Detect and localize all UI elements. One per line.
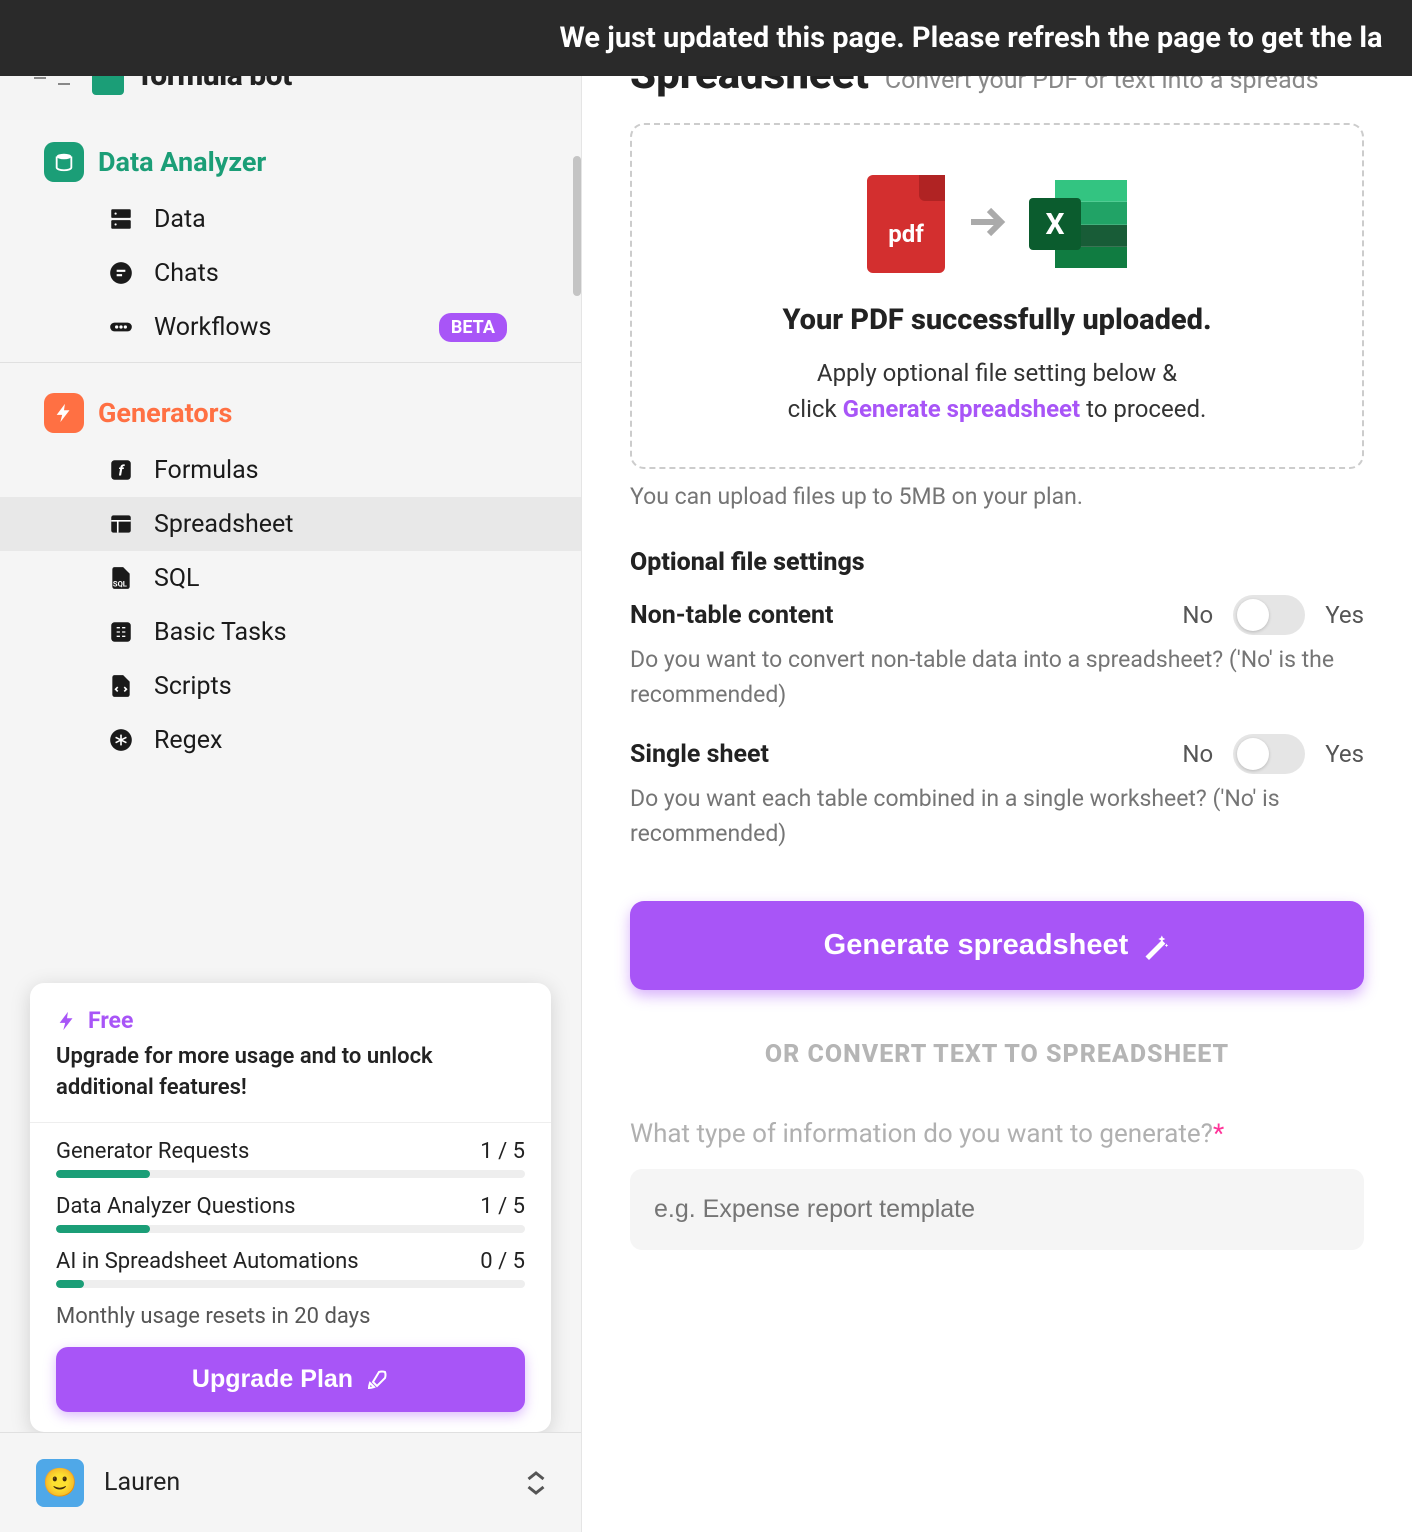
usage-bar [56, 1225, 525, 1233]
toggle-yes-label: Yes [1325, 740, 1364, 768]
nav-label: Spreadsheet [154, 510, 293, 539]
or-divider: OR CONVERT TEXT TO SPREADSHEET [630, 1040, 1364, 1069]
generate-type-input[interactable] [630, 1169, 1364, 1250]
nav-data[interactable]: Data [0, 192, 581, 246]
toggle-no-label: No [1182, 601, 1213, 629]
sidebar: formula bot Data Analyzer Data Chats Wor… [0, 0, 582, 1532]
setting-single-sheet-label: Single sheet [630, 740, 1162, 769]
upload-zone[interactable]: pdf X Your PDF successfully uploaded. Ap… [630, 123, 1364, 469]
refresh-banner: We just updated this page. Please refres… [0, 0, 1412, 76]
data-icon [106, 204, 136, 234]
beta-badge: BETA [439, 313, 507, 342]
wand-icon [1142, 932, 1170, 960]
user-avatar: 🙂 [36, 1459, 84, 1507]
chevron-up-icon [527, 1470, 545, 1482]
nav-label: Regex [154, 726, 222, 755]
nav-regex[interactable]: Regex [0, 713, 581, 767]
usage-bar [56, 1280, 525, 1288]
plan-tier: Free [56, 1007, 525, 1034]
rocket-icon [365, 1368, 389, 1392]
upload-success-text: Your PDF successfully uploaded. [672, 303, 1322, 337]
nav-spreadsheet[interactable]: Spreadsheet [0, 497, 581, 551]
nav-label: Scripts [154, 672, 232, 701]
upgrade-pitch: Upgrade for more usage and to unlock add… [56, 1042, 525, 1104]
nav-scripts[interactable]: Scripts [0, 659, 581, 713]
setting-non-table-desc: Do you want to convert non-table data in… [630, 643, 1364, 712]
arrow-right-icon [963, 198, 1011, 250]
usage-row: AI in Spreadsheet Automations0 / 5 [56, 1249, 525, 1274]
excel-icon: X [1029, 180, 1127, 268]
main-content: Spreadsheet Convert your PDF or text int… [582, 0, 1412, 1532]
database-icon [44, 142, 84, 182]
nav-label: Formulas [154, 456, 259, 485]
nav-sql[interactable]: SQL SQL [0, 551, 581, 605]
toggle-yes-label: Yes [1325, 601, 1364, 629]
generate-spreadsheet-button[interactable]: Generate spreadsheet [630, 901, 1364, 990]
non-table-toggle[interactable] [1233, 595, 1305, 635]
user-name: Lauren [104, 1468, 180, 1497]
nav-chats[interactable]: Chats [0, 246, 581, 300]
section-data-analyzer[interactable]: Data Analyzer [0, 132, 581, 192]
usage-row: Generator Requests1 / 5 [56, 1139, 525, 1164]
bolt-icon [44, 393, 84, 433]
pdf-icon: pdf [867, 175, 945, 273]
spreadsheet-icon [106, 509, 136, 539]
nav-label: Chats [154, 259, 219, 288]
section-label: Generators [98, 397, 232, 429]
section-label: Data Analyzer [98, 146, 266, 178]
chevron-down-icon [527, 1484, 545, 1496]
setting-single-sheet-desc: Do you want each table combined in a sin… [630, 782, 1364, 851]
nav-label: SQL [154, 564, 200, 593]
user-menu-toggle[interactable] [527, 1470, 545, 1496]
usage-row: Data Analyzer Questions1 / 5 [56, 1194, 525, 1219]
usage-bar [56, 1170, 525, 1178]
nav-label: Basic Tasks [154, 618, 287, 647]
settings-title: Optional file settings [630, 548, 1364, 577]
tasks-icon [106, 617, 136, 647]
upload-instructions: Apply optional file setting below & clic… [672, 355, 1322, 427]
sql-icon: SQL [106, 563, 136, 593]
scripts-icon [106, 671, 136, 701]
nav-workflows[interactable]: Workflows BETA [0, 300, 581, 354]
upload-note: You can upload files up to 5MB on your p… [630, 483, 1364, 510]
scrollbar[interactable] [573, 156, 581, 296]
nav-formulas[interactable]: f Formulas [0, 443, 581, 497]
nav-label: Workflows [154, 313, 271, 342]
nav-basic-tasks[interactable]: Basic Tasks [0, 605, 581, 659]
function-icon: f [106, 455, 136, 485]
setting-non-table-label: Non-table content [630, 601, 1162, 630]
section-generators[interactable]: Generators [0, 383, 581, 443]
question-label: What type of information do you want to … [630, 1119, 1364, 1149]
upgrade-plan-button[interactable]: Upgrade Plan [56, 1347, 525, 1412]
bolt-icon [56, 1010, 78, 1032]
svg-text:SQL: SQL [113, 580, 127, 589]
toggle-no-label: No [1182, 740, 1213, 768]
workflow-icon [106, 312, 136, 342]
generate-link[interactable]: Generate spreadsheet [843, 395, 1081, 423]
nav-label: Data [154, 205, 206, 234]
regex-icon [106, 725, 136, 755]
user-footer[interactable]: 🙂 Lauren [0, 1432, 581, 1532]
chat-icon [106, 258, 136, 288]
reset-text: Monthly usage resets in 20 days [56, 1304, 525, 1329]
usage-card: Free Upgrade for more usage and to unloc… [30, 983, 551, 1432]
single-sheet-toggle[interactable] [1233, 734, 1305, 774]
